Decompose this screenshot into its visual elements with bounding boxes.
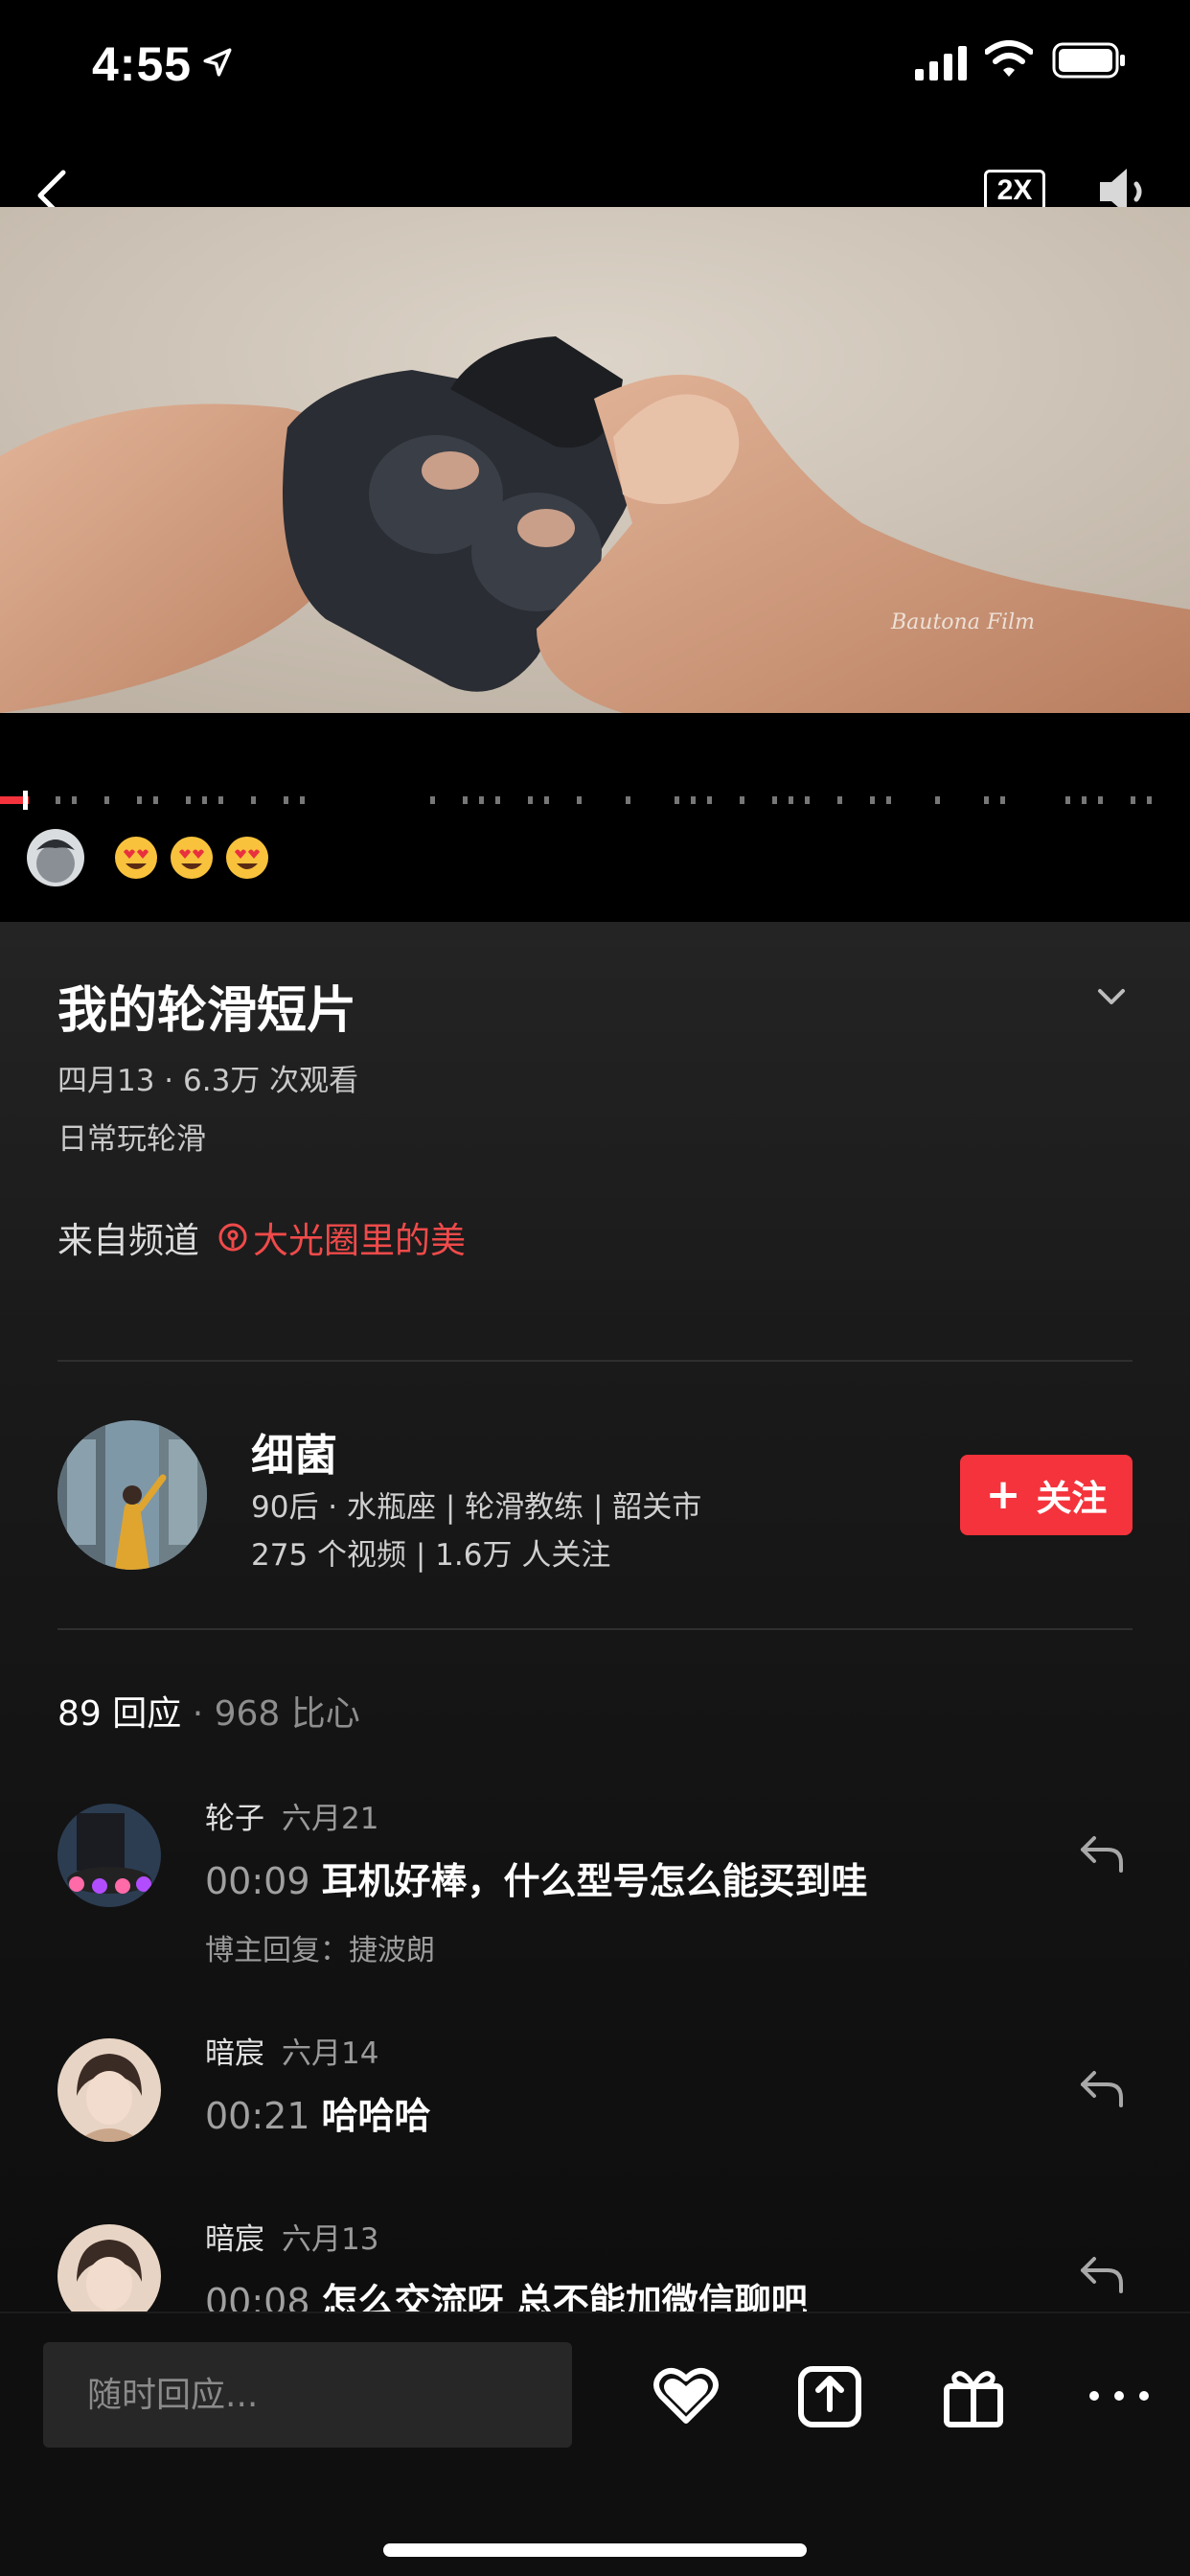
share-icon[interactable] — [793, 2359, 866, 2432]
avatar[interactable] — [57, 1804, 161, 1907]
app-root: 4:55 2X Bautona Film 我的轮滑短片 四月13 · 6.3万 … — [0, 0, 1190, 2576]
channel-row: 来自频道 大光圈里的美 — [57, 1211, 466, 1263]
heart-icon[interactable] — [650, 2359, 722, 2432]
danmaku-bar — [27, 827, 280, 888]
channel-broadcast-icon — [218, 1223, 247, 1252]
plus-icon: + — [985, 1470, 1021, 1519]
comment-username[interactable]: 暗宸 — [205, 2036, 264, 2071]
status-time: 4:55 — [92, 37, 193, 91]
reply-input[interactable] — [43, 2342, 572, 2448]
reply-arrow-icon[interactable] — [1079, 1830, 1127, 1876]
details-panel: 我的轮滑短片 四月13 · 6.3万 次观看 日常玩轮滑 来自频道 大光圈里的美 — [0, 922, 1190, 2312]
author-reply: 博主回复：捷波朗 — [205, 1934, 435, 1967]
playback-speed-button[interactable]: 2X — [984, 170, 1045, 212]
avatar[interactable] — [57, 2038, 161, 2142]
video-player[interactable]: 2X Bautona Film — [0, 126, 1190, 922]
bottom-action-bar — [0, 2312, 1190, 2576]
comment-text-line: 00:21 哈哈哈 — [205, 2086, 431, 2139]
cellular-signal-icon — [915, 46, 967, 80]
heart-eyes-emoji-icon — [171, 837, 213, 879]
video-thumbnail-image: Bautona Film — [0, 207, 1190, 713]
heart-eyes-emoji-icon — [115, 837, 157, 879]
author-name[interactable]: 细菌 — [251, 1420, 337, 1483]
channel-link[interactable]: 大光圈里的美 — [217, 1211, 466, 1263]
comment-user-line: 轮子 六月21 — [205, 1794, 378, 1837]
divider — [57, 1360, 1133, 1362]
follow-button[interactable]: + 关注 — [960, 1455, 1133, 1535]
author-avatar[interactable] — [57, 1420, 207, 1570]
comment-username[interactable]: 暗宸 — [205, 2222, 264, 2257]
comment-text: 耳机好棒，什么型号怎么能买到哇 — [321, 1860, 868, 1902]
divider — [57, 1628, 1133, 1630]
avatar[interactable] — [27, 829, 84, 886]
comment-username[interactable]: 轮子 — [205, 1802, 264, 1836]
reply-arrow-icon[interactable] — [1079, 2251, 1127, 2297]
reply-arrow-icon[interactable] — [1079, 2065, 1127, 2111]
author-stats: 275 个视频 | 1.6万 人关注 — [251, 1538, 611, 1573]
comment-text: 哈哈哈 — [321, 2095, 431, 2137]
location-arrow-icon — [203, 48, 232, 77]
comment-timestamp[interactable]: 00:09 — [205, 1860, 310, 1902]
channel-name: 大光圈里的美 — [253, 1220, 466, 1261]
heart-eyes-emoji-icon — [226, 837, 268, 879]
video-title: 我的轮滑短片 — [57, 982, 357, 1040]
wifi-icon — [985, 40, 1033, 77]
comment-text-line: 00:08 怎么交流呀 总不能加微信聊吧 — [205, 2272, 808, 2312]
comment-text-line: 00:09 耳机好棒，什么型号怎么能买到哇 — [205, 1852, 868, 1904]
follow-label: 关注 — [1036, 1478, 1108, 1519]
comment-date: 六月13 — [282, 2222, 379, 2257]
author-tags: 90后 · 水瓶座 | 轮滑教练 | 韶关市 — [251, 1490, 702, 1525]
video-meta: 四月13 · 6.3万 次观看 — [57, 1064, 359, 1098]
comment-summary: 89 回应 · 968 比心 — [57, 1686, 360, 1736]
svg-text:Bautona Film: Bautona Film — [890, 610, 1035, 634]
video-progress-scrubber[interactable] — [0, 786, 1190, 815]
comment-item[interactable]: 暗宸 六月14 00:21 哈哈哈 — [57, 2029, 1133, 2153]
video-frame[interactable]: Bautona Film — [0, 207, 1190, 713]
channel-prefix: 来自频道 — [57, 1220, 199, 1261]
comment-user-line: 暗宸 六月13 — [205, 2215, 378, 2258]
video-description: 日常玩轮滑 — [57, 1122, 206, 1157]
comment-count: 89 回应 — [57, 1694, 182, 1734]
comment-timestamp[interactable]: 00:08 — [205, 2281, 310, 2312]
comment-user-line: 暗宸 六月14 — [205, 2029, 378, 2072]
heart-count: · 968 比心 — [192, 1694, 360, 1734]
battery-icon — [1052, 42, 1125, 79]
home-indicator — [383, 2543, 807, 2557]
status-bar: 4:55 — [0, 0, 1190, 126]
comment-text: 怎么交流呀 总不能加微信聊吧 — [321, 2281, 808, 2312]
comment-date: 六月21 — [282, 1802, 379, 1836]
avatar[interactable] — [57, 2224, 161, 2312]
more-options-icon[interactable] — [1083, 2359, 1156, 2432]
comment-item[interactable]: 暗宸 六月13 00:08 怎么交流呀 总不能加微信聊吧 — [57, 2215, 1133, 2312]
comment-date: 六月14 — [282, 2036, 379, 2071]
gift-icon[interactable] — [937, 2359, 1010, 2432]
chevron-down-icon[interactable] — [1094, 979, 1129, 1014]
comment-item[interactable]: 轮子 六月21 00:09 耳机好棒，什么型号怎么能买到哇 博主回复：捷波朗 — [57, 1794, 1133, 1986]
comment-timestamp[interactable]: 00:21 — [205, 2095, 310, 2137]
